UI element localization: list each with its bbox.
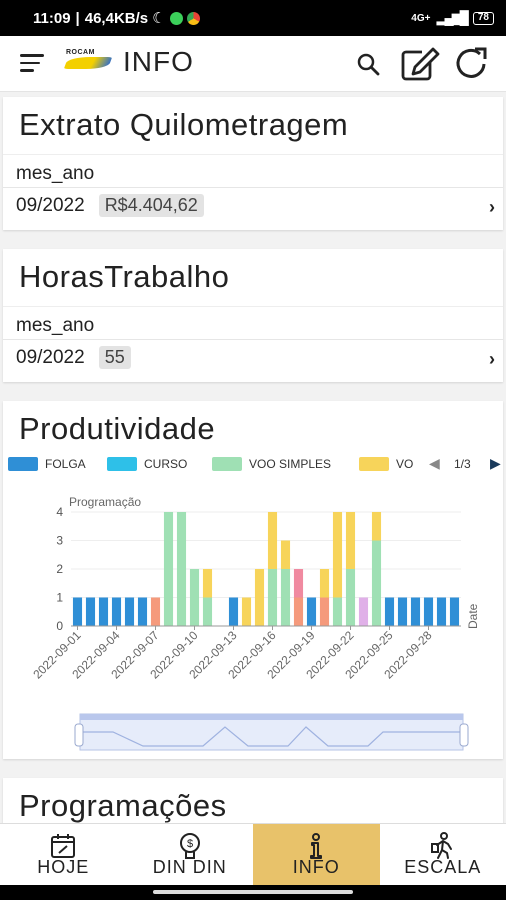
nav-label: ESCALA — [404, 857, 482, 877]
bar-segment — [267, 512, 278, 569]
bar-segment — [397, 597, 408, 626]
signal-icon: ▂▄▆█ — [436, 10, 468, 25]
horas-row[interactable]: 09/2022 55 › — [3, 339, 503, 375]
extrato-row[interactable]: 09/2022 R$4.404,62 › — [3, 187, 503, 223]
bar-segment — [228, 597, 239, 626]
logo-text: ROCAM — [66, 49, 95, 56]
battery-icon: 78 — [472, 11, 494, 25]
bar-segment — [163, 512, 174, 626]
x-axis-label: Date — [466, 603, 480, 629]
whatsapp-icon — [169, 11, 183, 25]
bar-segment — [345, 512, 356, 569]
bar-segment — [332, 512, 343, 598]
bar-segment — [319, 569, 330, 598]
nav-escala[interactable]: ESCALA — [380, 824, 506, 885]
calendar-icon — [51, 834, 76, 858]
zoom-handle-right — [459, 723, 469, 747]
bar-segment — [371, 512, 382, 541]
bar-segment — [293, 597, 304, 626]
bar-segment — [332, 597, 343, 626]
bar-segment — [189, 569, 200, 626]
bar-segment — [202, 597, 213, 626]
bar-segment — [293, 569, 304, 598]
horas-card: HorasTrabalho mes_ano 09/2022 55 › — [3, 249, 503, 382]
status-time: 11:09 — [33, 9, 71, 27]
bar-segment — [124, 597, 135, 626]
horas-column-header: mes_ano — [16, 315, 95, 336]
bar-segment — [358, 597, 369, 626]
chevron-right-icon[interactable]: › — [489, 197, 495, 218]
y-tick-label: 0 — [56, 619, 63, 633]
y-axis-label: Programação — [69, 495, 141, 509]
search-icon[interactable] — [352, 48, 386, 82]
extrato-card: Extrato Quilometragem mes_ano 09/2022 R$… — [3, 97, 503, 230]
horas-row-date: 09/2022 — [16, 346, 85, 368]
status-bar: 11:09 | 46,4KB/s ☾ 4G+ ▂▄▆█ 78 — [0, 0, 506, 36]
bar-segment — [241, 597, 252, 626]
gesture-bar — [0, 885, 506, 900]
chrome-icon — [186, 11, 200, 25]
menu-icon[interactable] — [20, 54, 46, 74]
y-tick-label: 1 — [56, 591, 63, 605]
nav-dindin[interactable]: $ DIN DIN — [127, 824, 254, 885]
nav-info[interactable]: INFO — [253, 824, 380, 885]
bar-segment — [371, 540, 382, 626]
bar-segment — [384, 597, 395, 626]
nav-hoje[interactable]: HOJE — [0, 824, 127, 885]
signal-label: 4G+ — [411, 12, 431, 24]
bar-segment — [137, 597, 148, 626]
moon-icon: ☾ — [152, 10, 166, 27]
edit-icon[interactable] — [400, 46, 442, 82]
y-tick-label: 2 — [56, 562, 63, 576]
logo-swoosh — [63, 57, 113, 69]
nav-label: INFO — [292, 857, 340, 877]
y-tick-label: 3 — [56, 534, 63, 548]
bar-segment — [319, 597, 330, 626]
money-icon: $ — [179, 833, 200, 859]
nav-label: HOJE — [37, 857, 90, 877]
home-indicator — [153, 890, 353, 894]
extrato-row-value: R$4.404,62 — [98, 194, 204, 217]
bar-segment — [345, 569, 356, 626]
bottom-nav: HOJE $ DIN DIN INFO ESCALA — [0, 823, 506, 885]
extrato-row-date: 09/2022 — [16, 194, 85, 216]
extrato-title: Extrato Quilometragem — [3, 97, 503, 155]
page-title: INFO — [123, 46, 194, 77]
nav-label: DIN DIN — [152, 857, 227, 877]
bar-segment — [306, 597, 317, 626]
horas-row-value: 55 — [98, 346, 131, 369]
zoom-slider-top — [80, 714, 463, 720]
bar-segment — [280, 569, 291, 626]
zoom-handle-left — [74, 723, 84, 747]
bar-segment — [267, 569, 278, 626]
svg-text:$: $ — [187, 838, 193, 850]
bar-segment — [423, 597, 434, 626]
bar-segment — [202, 569, 213, 598]
info-icon — [310, 833, 323, 859]
chevron-right-icon[interactable]: › — [489, 349, 495, 370]
produtividade-chart: Programação012342022-09-012022-09-042022… — [30, 495, 480, 751]
network-speed: 46,4KB/s — [84, 9, 149, 27]
app-logo: ROCAM — [63, 49, 113, 79]
bar-segment — [280, 540, 291, 569]
bar-segment — [150, 597, 161, 626]
extrato-column-header: mes_ano — [16, 163, 95, 184]
scale-icon — [430, 832, 452, 859]
produtividade-card: Produtividade FOLGA CURSO VOO SIMPLES VO… — [3, 401, 503, 759]
bar-segment — [111, 597, 122, 626]
horas-title: HorasTrabalho — [3, 249, 503, 307]
bar-segment — [98, 597, 109, 626]
bar-segment — [72, 597, 83, 626]
y-tick-label: 4 — [56, 505, 63, 519]
bar-segment — [85, 597, 96, 626]
bar-segment — [436, 597, 447, 626]
bar-segment — [410, 597, 421, 626]
bar-segment — [176, 512, 187, 626]
bar-segment — [449, 597, 460, 626]
refresh-icon[interactable] — [453, 46, 491, 82]
app-bar: ROCAM INFO — [0, 36, 506, 92]
bar-segment — [254, 569, 265, 626]
